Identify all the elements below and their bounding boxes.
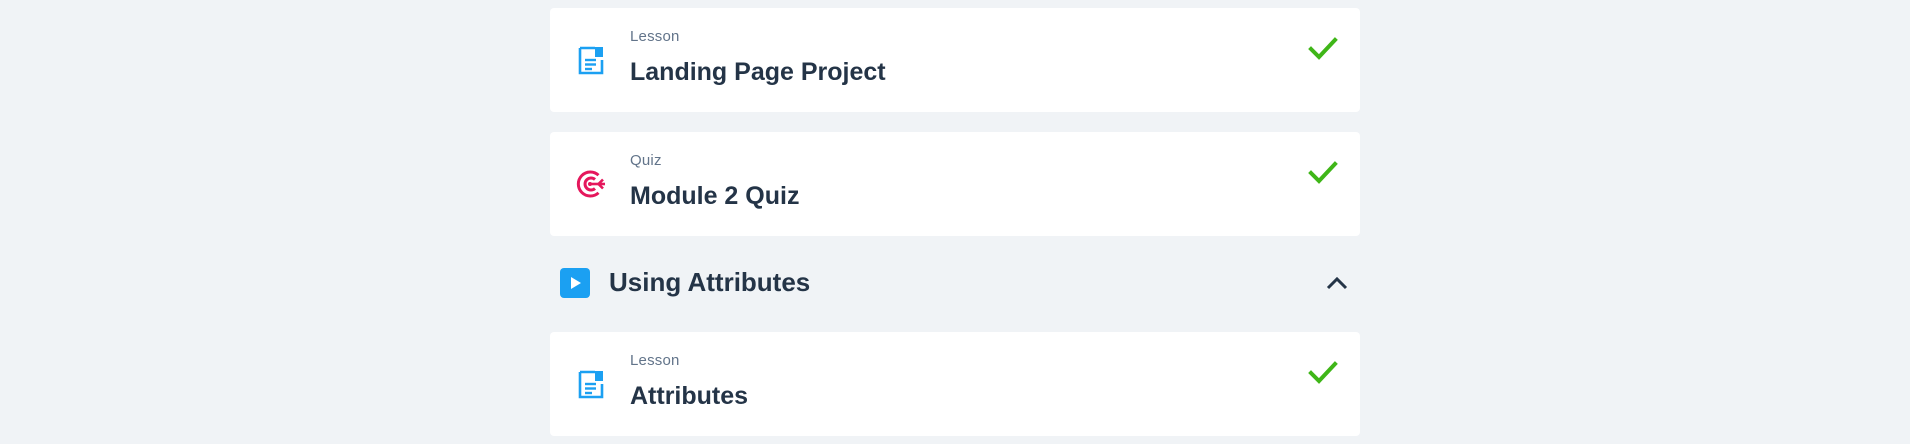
document-icon	[576, 368, 608, 400]
play-icon	[560, 268, 590, 298]
section-header-using-attributes[interactable]: Using Attributes	[550, 253, 1360, 313]
section-title: Using Attributes	[609, 267, 811, 297]
item-title[interactable]: Landing Page Project	[630, 58, 886, 87]
completed-check-icon	[1308, 160, 1338, 186]
target-icon	[576, 168, 608, 200]
document-icon	[576, 44, 608, 76]
item-kind-label: Lesson	[630, 28, 680, 45]
item-kind-label: Quiz	[630, 152, 662, 169]
lesson-card-attributes[interactable]: Lesson Attributes	[550, 332, 1360, 436]
quiz-card-module-2-quiz[interactable]: Quiz Module 2 Quiz	[550, 132, 1360, 236]
chevron-up-icon[interactable]	[1324, 271, 1350, 295]
item-title[interactable]: Module 2 Quiz	[630, 182, 799, 211]
completed-check-icon	[1308, 36, 1338, 62]
item-kind-label: Lesson	[630, 352, 680, 369]
item-title[interactable]: Attributes	[630, 382, 748, 411]
completed-check-icon	[1308, 360, 1338, 386]
lesson-card-landing-page-project[interactable]: Lesson Landing Page Project	[550, 8, 1360, 112]
